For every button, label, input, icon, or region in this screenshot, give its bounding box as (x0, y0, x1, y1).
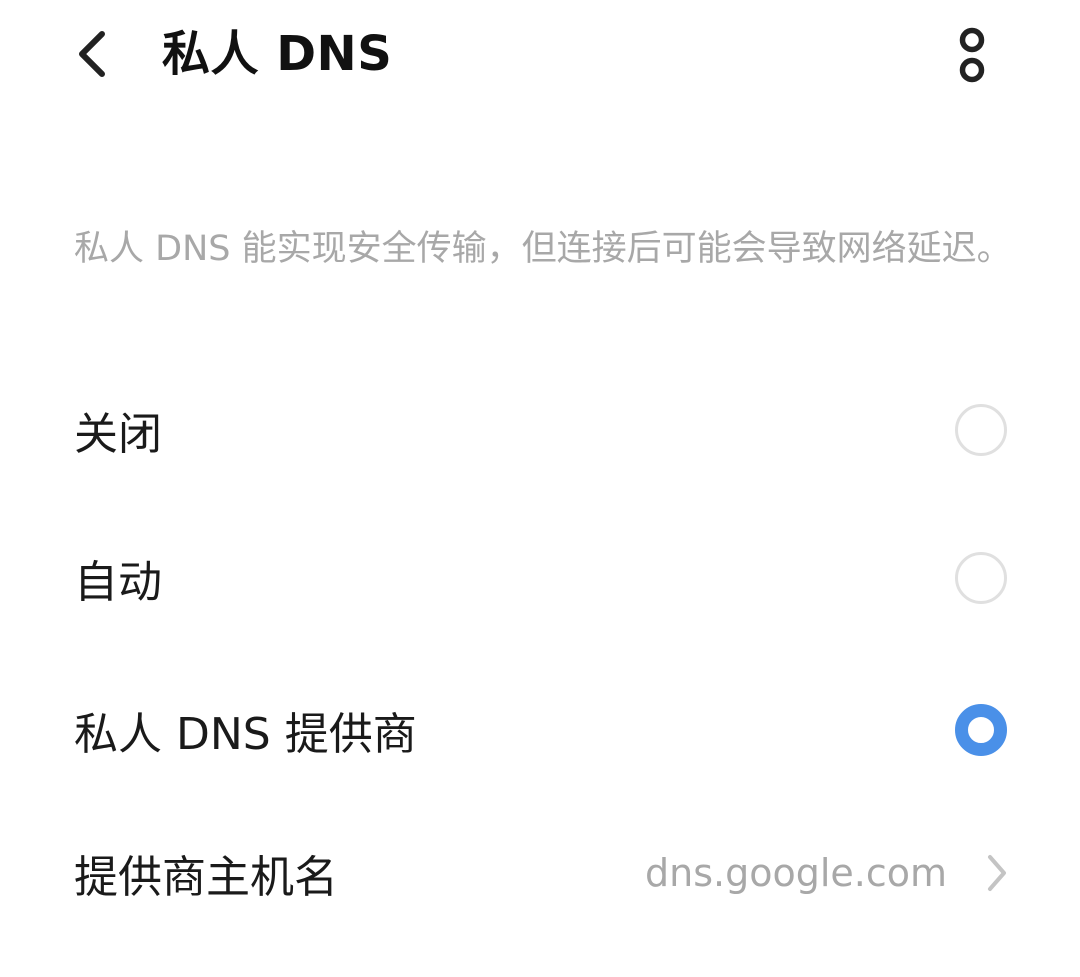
option-label: 私人 DNS 提供商 (74, 709, 417, 760)
hostname-label: 提供商主机名 (74, 852, 338, 903)
provider-hostname-row[interactable]: 提供商主机名 dns.google.com (0, 818, 1080, 928)
chevron-right-icon (988, 855, 1006, 891)
option-off[interactable]: 关闭 (0, 375, 1080, 485)
page-title: 私人 DNS (162, 26, 393, 82)
radio-button-provider[interactable] (955, 704, 1007, 756)
more-vertical-icon (959, 27, 985, 83)
radio-button-auto[interactable] (955, 552, 1007, 604)
description-text: 私人 DNS 能实现安全传输，但连接后可能会导致网络延迟。 (74, 229, 1012, 269)
option-label: 关闭 (74, 409, 162, 460)
chevron-left-icon (79, 31, 105, 77)
radio-button-off[interactable] (955, 404, 1007, 456)
option-label: 自动 (74, 557, 162, 608)
option-private-dns-provider[interactable]: 私人 DNS 提供商 (0, 675, 1080, 785)
more-options-button[interactable] (940, 20, 1004, 90)
hostname-value: dns.google.com (645, 851, 947, 895)
option-auto[interactable]: 自动 (0, 523, 1080, 633)
back-button[interactable] (60, 22, 124, 86)
app-bar: 私人 DNS (0, 0, 1080, 110)
